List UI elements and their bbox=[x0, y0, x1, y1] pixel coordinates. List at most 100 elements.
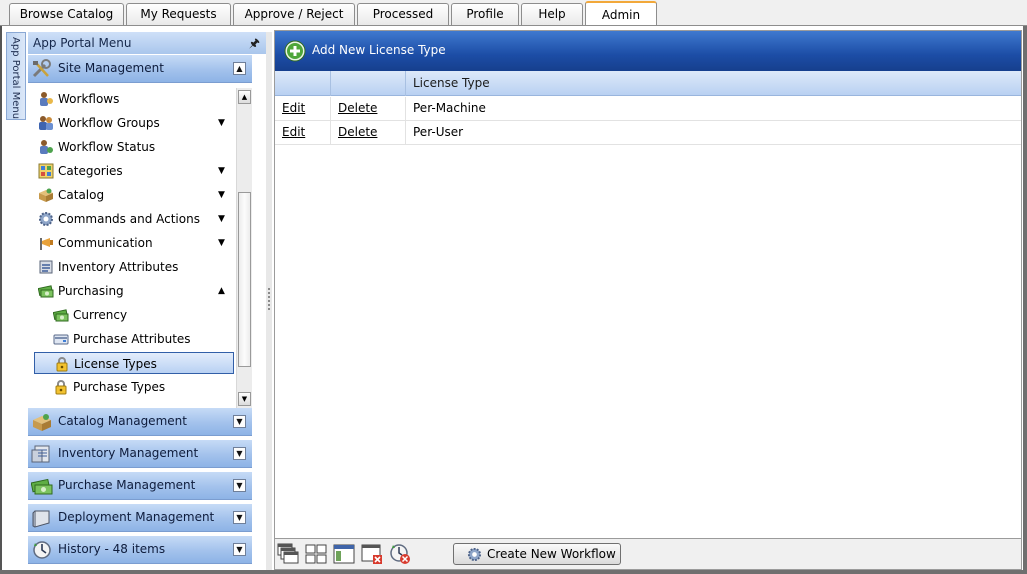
close-windows-icon[interactable] bbox=[361, 543, 383, 565]
window-frame-left bbox=[0, 26, 2, 574]
clock-cancel-icon[interactable] bbox=[389, 543, 411, 565]
column-header-license-type[interactable]: License Type bbox=[406, 71, 1021, 96]
chevron-down-icon[interactable]: ▼ bbox=[218, 232, 225, 254]
create-new-workflow-button[interactable]: Create New Workflow bbox=[453, 543, 621, 565]
tab-profile[interactable]: Profile bbox=[451, 3, 519, 25]
group-deployment-management[interactable]: Deployment Management ▼ bbox=[28, 504, 252, 532]
tile-windows-icon[interactable] bbox=[305, 543, 327, 565]
license-type-cell: Per-Machine bbox=[413, 101, 486, 115]
chevron-down-icon[interactable]: ▼ bbox=[218, 208, 225, 230]
site-management-items: Workflows Workflow Groups ▼ Workflow Sta… bbox=[28, 88, 236, 408]
table-row: Edit Delete Per-User bbox=[275, 121, 1021, 145]
menu-item-workflows[interactable]: Workflows bbox=[34, 88, 234, 110]
group-history[interactable]: History - 48 items ▼ bbox=[28, 536, 252, 564]
window-frame-bottom bbox=[0, 570, 1027, 574]
catalog-box-icon bbox=[39, 188, 53, 202]
cascade-windows-icon[interactable] bbox=[277, 543, 299, 565]
workflow-icon bbox=[40, 92, 53, 106]
menu-scrollbar[interactable]: ▲ ▼ bbox=[236, 88, 252, 408]
scroll-down-button[interactable]: ▼ bbox=[238, 392, 251, 406]
menu-title: App Portal Menu bbox=[33, 36, 132, 50]
tools-icon bbox=[32, 59, 51, 78]
workflow-status-icon bbox=[40, 140, 53, 154]
tab-processed[interactable]: Processed bbox=[357, 3, 449, 25]
inventory-icon bbox=[39, 260, 53, 274]
menu-item-license-types[interactable]: License Types bbox=[34, 352, 234, 374]
tab-help[interactable]: Help bbox=[521, 3, 583, 25]
tab-divider bbox=[0, 25, 1027, 26]
license-type-cell: Per-User bbox=[413, 125, 464, 139]
menu-item-workflow-status[interactable]: Workflow Status bbox=[34, 136, 234, 158]
catalog-management-icon bbox=[33, 414, 51, 431]
pin-icon[interactable]: 🖈︎ bbox=[249, 32, 260, 54]
menu-title-bar: App Portal Menu 🖈︎ bbox=[28, 32, 266, 54]
menu-item-inventory-attributes[interactable]: Inventory Attributes bbox=[34, 256, 234, 278]
edit-link[interactable]: Edit bbox=[282, 101, 305, 115]
expand-button[interactable]: ▼ bbox=[233, 415, 246, 428]
group-inventory-management[interactable]: Inventory Management ▼ bbox=[28, 440, 252, 468]
purchase-management-icon bbox=[31, 478, 53, 495]
card-icon bbox=[53, 334, 69, 345]
edit-link[interactable]: Edit bbox=[282, 125, 305, 139]
chevron-down-icon[interactable]: ▼ bbox=[218, 112, 225, 134]
footer-toolbar: Create New Workflow bbox=[275, 538, 1021, 569]
expand-button[interactable]: ▼ bbox=[233, 511, 246, 524]
megaphone-icon bbox=[40, 238, 53, 250]
deployment-management-icon bbox=[32, 510, 50, 528]
top-tab-bar: Browse Catalog My Requests Approve / Rej… bbox=[0, 0, 1027, 26]
group-purchase-management[interactable]: Purchase Management ▼ bbox=[28, 472, 252, 500]
collapsed-menu-strip[interactable]: App Portal Menu bbox=[6, 32, 26, 120]
categories-icon bbox=[38, 163, 54, 179]
expand-button[interactable]: ▼ bbox=[233, 447, 246, 460]
table-row: Edit Delete Per-Machine bbox=[275, 97, 1021, 121]
money-icon bbox=[53, 309, 69, 322]
window-frame-right bbox=[1023, 26, 1027, 574]
chevron-down-icon[interactable]: ▼ bbox=[218, 184, 225, 206]
chevron-up-icon[interactable]: ▲ bbox=[218, 280, 225, 302]
splitter-grip[interactable] bbox=[268, 288, 270, 312]
history-icon bbox=[33, 541, 51, 559]
tab-approve-reject[interactable]: Approve / Reject bbox=[233, 3, 355, 25]
license-types-panel: Add New License Type License Type Edit D… bbox=[274, 30, 1022, 570]
gear-icon bbox=[39, 212, 53, 226]
grid-header: License Type bbox=[275, 71, 1021, 96]
expand-button[interactable]: ▼ bbox=[233, 479, 246, 492]
money-icon bbox=[38, 285, 54, 298]
add-new-license-type-link[interactable]: Add New License Type bbox=[312, 43, 446, 57]
menu-item-categories[interactable]: Categories ▼ bbox=[34, 160, 234, 182]
chevron-down-icon[interactable]: ▼ bbox=[218, 160, 225, 182]
expand-button[interactable]: ▼ bbox=[233, 543, 246, 556]
menu-item-currency[interactable]: Currency bbox=[34, 304, 234, 326]
menu-item-communication[interactable]: Communication ▼ bbox=[34, 232, 234, 254]
inventory-management-icon bbox=[31, 445, 50, 463]
workflow-groups-icon bbox=[39, 116, 53, 130]
lock-icon bbox=[56, 357, 68, 372]
gear-icon bbox=[467, 547, 482, 562]
group-catalog-management[interactable]: Catalog Management ▼ bbox=[28, 408, 252, 436]
menu-item-purchase-attributes[interactable]: Purchase Attributes bbox=[34, 328, 234, 350]
tab-browse-catalog[interactable]: Browse Catalog bbox=[9, 3, 124, 25]
add-circle-icon[interactable] bbox=[284, 40, 306, 62]
collapsed-menu-label: App Portal Menu bbox=[10, 37, 21, 120]
delete-link[interactable]: Delete bbox=[338, 101, 377, 115]
app-portal-menu: App Portal Menu 🖈︎ Site Management ▲ Wor… bbox=[28, 32, 266, 570]
lock-icon bbox=[55, 380, 67, 395]
action-bar: Add New License Type bbox=[275, 31, 1021, 71]
panel-splitter[interactable] bbox=[266, 32, 272, 570]
group-site-management[interactable]: Site Management ▲ bbox=[28, 55, 252, 83]
menu-item-purchasing[interactable]: Purchasing ▲ bbox=[34, 280, 234, 302]
menu-item-commands-and-actions[interactable]: Commands and Actions ▼ bbox=[34, 208, 234, 230]
collapse-button[interactable]: ▲ bbox=[233, 62, 246, 75]
column-header-edit bbox=[275, 71, 331, 96]
scroll-thumb[interactable] bbox=[238, 192, 251, 367]
window-layout-icon[interactable] bbox=[333, 543, 355, 565]
group-label: Site Management bbox=[58, 61, 164, 75]
tab-admin[interactable]: Admin bbox=[585, 1, 657, 26]
delete-link[interactable]: Delete bbox=[338, 125, 377, 139]
menu-item-purchase-types[interactable]: Purchase Types bbox=[34, 376, 234, 398]
menu-item-workflow-groups[interactable]: Workflow Groups ▼ bbox=[34, 112, 234, 134]
tab-my-requests[interactable]: My Requests bbox=[126, 3, 231, 25]
column-header-delete bbox=[331, 71, 406, 96]
menu-item-catalog[interactable]: Catalog ▼ bbox=[34, 184, 234, 206]
scroll-up-button[interactable]: ▲ bbox=[238, 90, 251, 104]
